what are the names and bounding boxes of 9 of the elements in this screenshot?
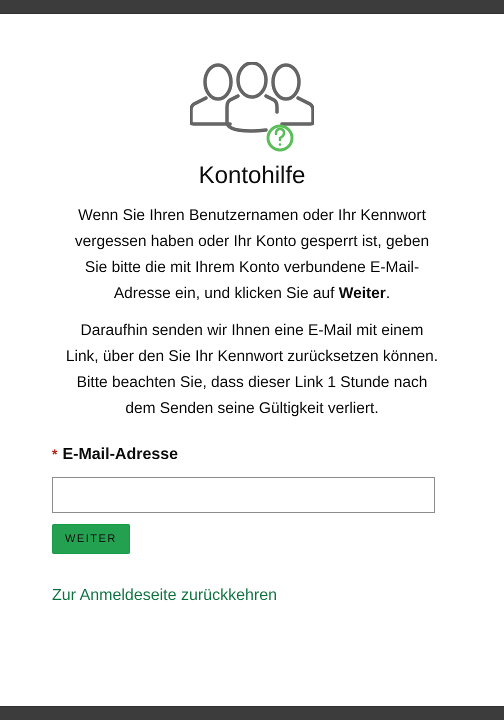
instruction-text: Wenn Sie Ihren Benutzernamen oder Ihr Kennwort vergessen haben oder Ihr Konto gesperrt ist, geben Sie bitte die mit Ihrem Konto verbundene E-Mail-Adresse ein, und klicken Sie auf Weiter.	[74, 206, 430, 304]
users-help-icon	[190, 62, 314, 154]
back-to-login-link[interactable]: Zur Anmeldeseite zurückkehren	[52, 584, 277, 608]
required-marker: *	[52, 444, 58, 464]
page-title: Kontohilfe	[198, 162, 306, 191]
instruction-text: Daraufhin senden wir Ihnen eine E-Mail mit einem Link, über den Sie Ihr Kennwort zurücksetzen können. Bitte beachten Sie, dass dieser Link 1 Stunde nach dem Senden seine Gültigkeit verliert.	[65, 320, 439, 419]
email-field[interactable]	[52, 476, 435, 513]
field-label: E-Mail-Adresse	[62, 444, 178, 465]
continue-button[interactable]: WEITER	[52, 524, 130, 554]
